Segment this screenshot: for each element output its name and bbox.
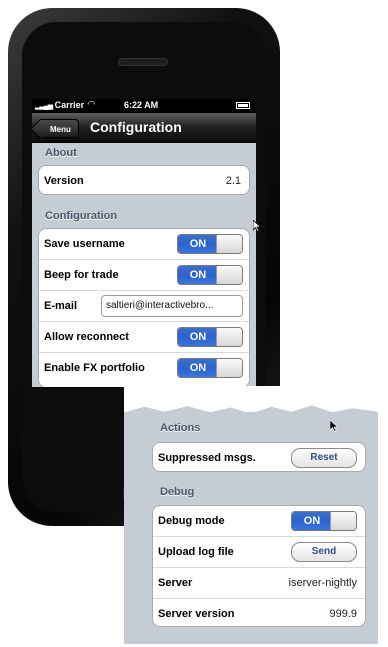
phone-screen: ▂▃▄▅ Carrier ◠ 6:22 AM Menu Configuratio…	[32, 99, 256, 387]
beep-for-trade-row: Beep for trade ON	[39, 260, 249, 291]
cursor-icon	[253, 220, 261, 232]
debug-mode-row: Debug mode ON	[153, 506, 365, 537]
server-label: Server	[158, 577, 193, 589]
server-row: Server iserver-nightly	[153, 568, 365, 599]
torn-edge	[124, 386, 378, 412]
section-header-about: About	[45, 147, 77, 159]
version-row: Version 2.1	[39, 166, 249, 194]
enable-fx-portfolio-label: Enable FX portfolio	[44, 362, 145, 374]
signal-icon: ▂▃▄▅	[35, 103, 53, 110]
allow-reconnect-toggle[interactable]: ON	[177, 327, 243, 347]
clock: 6:22 AM	[124, 100, 159, 110]
save-username-label: Save username	[44, 238, 125, 250]
upload-log-file-row: Upload log file Send	[153, 537, 365, 568]
version-label: Version	[44, 175, 84, 187]
email-field[interactable]: saltieri@interactivebro...	[101, 295, 243, 317]
menu-back-button[interactable]: Menu	[38, 119, 79, 138]
section-header-configuration: Configuration	[45, 210, 118, 222]
earpiece	[118, 58, 168, 66]
server-version-row: Server version 999.9	[153, 599, 365, 626]
debug-group: Debug mode ON Upload log file Send Serve…	[152, 505, 366, 627]
send-button[interactable]: Send	[291, 542, 357, 562]
toggle-knob	[216, 266, 242, 284]
about-group: Version 2.1	[38, 165, 250, 195]
allow-reconnect-row: Allow reconnect ON	[39, 322, 249, 353]
debug-mode-label: Debug mode	[158, 515, 225, 527]
wifi-icon: ◠	[88, 99, 95, 109]
stage: ▂▃▄▅ Carrier ◠ 6:22 AM Menu Configuratio…	[0, 0, 388, 647]
configuration-group: Save username ON Beep for trade ON E-mai…	[38, 228, 250, 387]
beep-for-trade-label: Beep for trade	[44, 269, 119, 281]
suppressed-msgs-row: Suppressed msgs. Reset	[153, 443, 365, 471]
email-label: E-mail	[44, 300, 78, 312]
carrier-label: ▂▃▄▅ Carrier	[35, 100, 85, 110]
scrolled-screen-overlay: Actions Suppressed msgs. Reset Debug Deb…	[124, 386, 378, 644]
toggle-knob	[330, 512, 356, 530]
actions-group: Suppressed msgs. Reset	[152, 442, 366, 472]
enable-fx-portfolio-row: Enable FX portfolio ON	[39, 353, 249, 384]
email-row: E-mail saltieri@interactivebro...	[39, 291, 249, 322]
server-version-value: 999.9	[329, 608, 357, 620]
beep-for-trade-toggle[interactable]: ON	[177, 265, 243, 285]
battery-icon	[236, 102, 250, 109]
debug-mode-toggle[interactable]: ON	[291, 511, 357, 531]
status-bar: ▂▃▄▅ Carrier ◠ 6:22 AM	[32, 99, 256, 113]
upload-log-file-label: Upload log file	[158, 546, 234, 558]
save-username-toggle[interactable]: ON	[177, 234, 243, 254]
version-value: 2.1	[225, 175, 241, 187]
server-version-label: Server version	[158, 608, 235, 620]
enable-fx-portfolio-toggle[interactable]: ON	[177, 358, 243, 378]
toggle-knob	[216, 328, 242, 346]
page-title: Configuration	[90, 119, 182, 135]
suppressed-msgs-label: Suppressed msgs.	[158, 452, 256, 464]
toggle-knob	[216, 235, 242, 253]
section-header-actions: Actions	[160, 422, 201, 434]
allow-reconnect-label: Allow reconnect	[44, 331, 129, 343]
server-value: iserver-nightly	[288, 577, 357, 589]
cursor-icon	[330, 420, 338, 432]
save-username-row: Save username ON	[39, 229, 249, 260]
toggle-knob	[216, 359, 242, 377]
section-header-debug: Debug	[160, 486, 195, 498]
navigation-bar: Menu Configuration	[32, 113, 256, 143]
reset-button[interactable]: Reset	[291, 448, 357, 468]
